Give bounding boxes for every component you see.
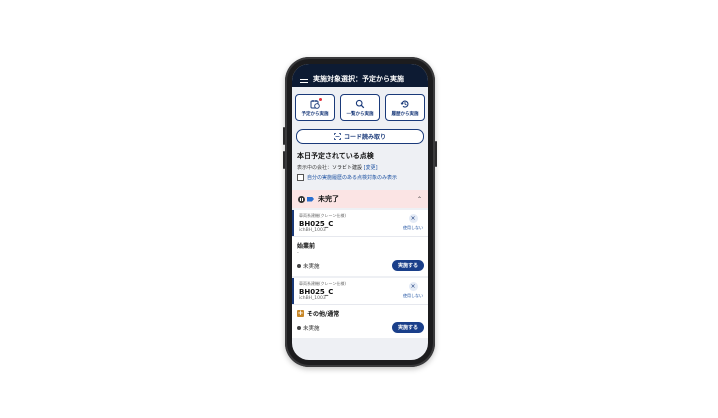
- tile-label: 履歴から実施: [391, 111, 419, 117]
- section-subtitle: -: [297, 250, 299, 256]
- chevron-up-icon[interactable]: ⌃: [417, 196, 422, 203]
- inspection-section: + その他/通常 未実施 実施する: [292, 304, 428, 338]
- tile-label: 一覧から実施: [346, 111, 374, 117]
- company-line: 表示中の会社：ソラビト建設 [変更]: [297, 164, 424, 171]
- unused-label: 使用しない: [403, 225, 423, 230]
- tile-from-history[interactable]: 履歴から実施: [385, 94, 425, 121]
- phone-frame: 実施対象選択：予定から実施 予定から実施 一覧から実施 履歴から実施 コード読み…: [283, 57, 437, 367]
- status-dot-icon: [297, 325, 301, 330]
- execute-button[interactable]: 実施する: [391, 322, 424, 333]
- unused-label: 使用しない: [403, 293, 423, 298]
- phone-side-button: [283, 127, 285, 145]
- company-name: ソラビト建設: [332, 165, 363, 171]
- state-label: 未実施: [303, 325, 320, 332]
- section-action-row: 未実施 実施する: [297, 260, 424, 274]
- app-header: 実施対象選択：予定から実施: [292, 64, 428, 87]
- inspection-state: 未実施: [297, 324, 320, 332]
- mode-tiles: 予定から実施 一覧から実施 履歴から実施: [292, 87, 428, 121]
- equipment-info[interactable]: 車両系建機(クレーン仕様) BH025_C ichBH_1003 × 使用しない: [292, 210, 428, 236]
- pause-icon: [298, 195, 305, 203]
- section-action-row: 未実施 実施する: [297, 322, 424, 336]
- checkbox-label: 自分の実施履歴のある点検対象のみ表示: [307, 175, 398, 181]
- status-dot-icon: [297, 263, 301, 268]
- code-scan-label: コード読み取り: [343, 134, 386, 141]
- state-label: 未実施: [303, 263, 320, 270]
- phone-side-button: [283, 151, 285, 169]
- plus-icon: +: [297, 309, 304, 317]
- app-screen: 実施対象選択：予定から実施 予定から実施 一覧から実施 履歴から実施 コード読み…: [292, 64, 428, 360]
- qr-scan-icon: [334, 133, 341, 140]
- close-icon: ×: [408, 282, 418, 291]
- inspection-card: 車両系建機(クレーン仕様) BH025_C ichBH_1003 × 使用しない…: [292, 278, 428, 338]
- section-title: その他/通常: [307, 311, 340, 318]
- checkbox-box[interactable]: [297, 174, 304, 181]
- inspection-card: 車両系建機(クレーン仕様) BH025_C ichBH_1003 × 使用しない…: [292, 210, 428, 276]
- section-title-row: + その他/通常: [297, 309, 424, 318]
- status-group-header[interactable]: 未完了 ⌃: [292, 190, 428, 208]
- today-section: 本日予定されている点検 表示中の会社：ソラビト建設 [変更] 自分の実施履歴のあ…: [292, 144, 428, 181]
- close-icon: ×: [408, 214, 418, 223]
- unused-button[interactable]: × 使用しない: [403, 282, 423, 299]
- tile-label: 予定から実施: [301, 111, 329, 117]
- inspection-state: 未実施: [297, 262, 320, 270]
- unused-button[interactable]: × 使用しない: [403, 214, 423, 231]
- change-company-link[interactable]: [変更]: [364, 165, 378, 171]
- status-label: 未完了: [318, 195, 339, 203]
- code-scan-button[interactable]: コード読み取り: [296, 129, 424, 144]
- today-heading: 本日予定されている点検: [297, 152, 374, 160]
- phone-power-button: [435, 141, 437, 167]
- page-title: 実施対象選択：予定から実施: [313, 75, 404, 83]
- inspection-section: 始業前 - 未実施 実施する: [292, 236, 428, 276]
- tile-from-list[interactable]: 一覧から実施: [340, 94, 380, 121]
- history-filter-checkbox[interactable]: 自分の実施履歴のある点検対象のみ表示: [297, 174, 424, 181]
- section-title: 始業前: [297, 243, 316, 250]
- execute-button[interactable]: 実施する: [391, 260, 424, 271]
- tag-icon: [307, 196, 314, 202]
- menu-icon[interactable]: [300, 78, 308, 85]
- notification-dot: [319, 98, 322, 101]
- tile-from-schedule[interactable]: 予定から実施: [295, 94, 335, 121]
- equipment-info[interactable]: 車両系建機(クレーン仕様) BH025_C ichBH_1003 × 使用しない: [292, 278, 428, 304]
- history-icon: [400, 100, 409, 108]
- search-icon: [355, 99, 365, 108]
- company-label: 表示中の会社：: [297, 165, 333, 171]
